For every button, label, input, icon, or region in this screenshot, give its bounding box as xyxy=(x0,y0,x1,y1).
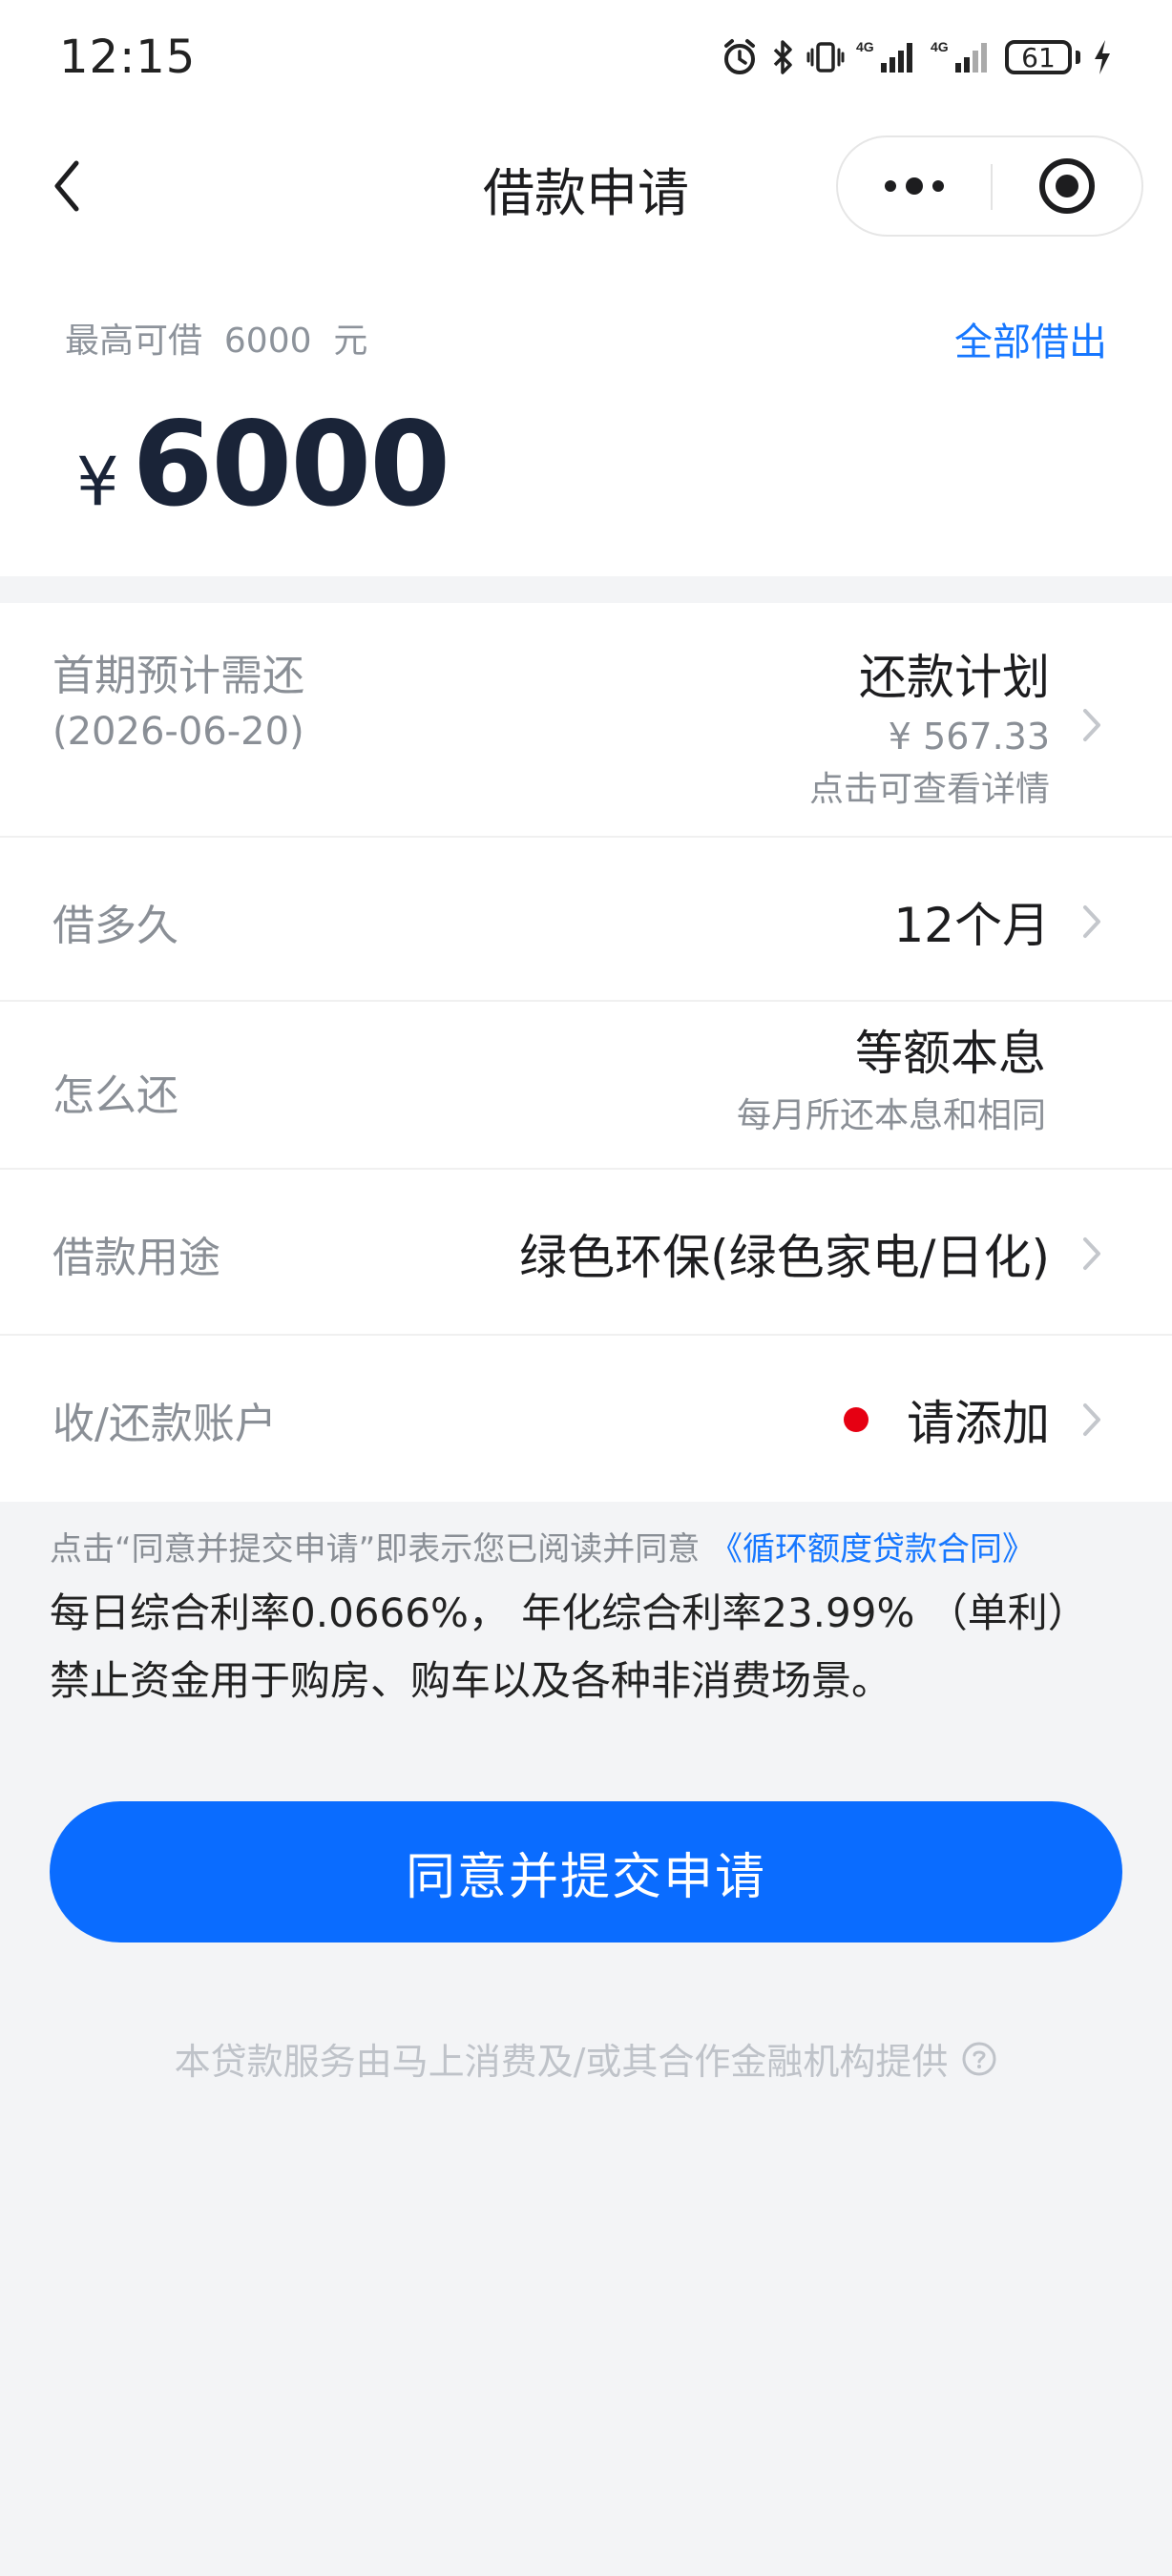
submit-button[interactable]: 同意并提交申请 xyxy=(50,1801,1122,1942)
charging-icon xyxy=(1092,38,1113,76)
bluetooth-icon xyxy=(770,38,795,76)
status-icons: 4G 4G 61 xyxy=(721,34,1113,80)
first-repay-date: (2026-06-20) xyxy=(52,710,304,754)
repay-method-row: 怎么还 等额本息 每月所还本息和相同 xyxy=(0,1002,1172,1170)
purpose-row[interactable]: 借款用途 绿色环保(绿色家电/日化) xyxy=(0,1170,1172,1336)
more-dots-icon xyxy=(885,177,944,195)
svg-text:4G: 4G xyxy=(856,39,874,54)
chevron-right-icon xyxy=(1073,893,1111,950)
currency-symbol: ¥ xyxy=(76,443,119,521)
repay-method-label: 怎么还 xyxy=(52,1071,178,1120)
first-repay-label: 首期预计需还 xyxy=(52,652,304,700)
target-close-icon xyxy=(1039,158,1095,214)
svg-text:4G: 4G xyxy=(931,39,949,54)
first-repay-row[interactable]: 首期预计需还 (2026-06-20) 还款计划 ¥ 567.33 点击可查看详… xyxy=(0,603,1172,838)
footer-note: 本贷款服务由马上消费及/或其合作金融机构提供 xyxy=(0,2032,1172,2085)
repay-method-hint: 每月所还本息和相同 xyxy=(736,1096,1046,1135)
term-label: 借多久 xyxy=(52,902,178,950)
purpose-label: 借款用途 xyxy=(52,1234,220,1282)
term-value: 12个月 xyxy=(893,898,1050,953)
term-row[interactable]: 借多久 12个月 xyxy=(0,838,1172,1002)
nav-bar: 借款申请 xyxy=(0,114,1172,258)
alert-dot xyxy=(844,1407,869,1432)
battery-icon: 61 xyxy=(1005,40,1080,74)
repay-plan-title: 还款计划 xyxy=(859,650,1050,705)
first-repay-amount: ¥ 567.33 xyxy=(888,716,1050,758)
alarm-icon xyxy=(721,38,759,76)
max-borrow-label: 最高可借 6000 元 xyxy=(65,322,368,361)
help-icon[interactable] xyxy=(961,2041,997,2077)
more-button[interactable] xyxy=(838,137,991,235)
contract-link[interactable]: 《循环额度贷款合同》 xyxy=(710,1530,1035,1568)
status-bar: 12:15 4G 4G 61 xyxy=(0,0,1172,114)
signal-icon: 4G xyxy=(856,38,919,76)
footer-text: 本贷款服务由马上消费及/或其合作金融机构提供 xyxy=(174,2041,949,2083)
account-row[interactable]: 收/还款账户 请添加 xyxy=(0,1336,1172,1502)
signal-icon-2: 4G xyxy=(931,38,994,76)
agreement-text: 点击“同意并提交申请”即表示您已阅读并同意 《循环额度贷款合同》 每日综合利率0… xyxy=(50,1523,1128,1707)
agreement-line: 点击“同意并提交申请”即表示您已阅读并同意 《循环额度贷款合同》 xyxy=(50,1523,1128,1569)
borrow-all-button[interactable]: 全部借出 xyxy=(954,311,1107,366)
close-button[interactable] xyxy=(993,137,1141,235)
chevron-right-icon xyxy=(1073,696,1111,754)
account-value: 请添加 xyxy=(907,1396,1050,1451)
loan-details: 首期预计需还 (2026-06-20) 还款计划 ¥ 567.33 点击可查看详… xyxy=(0,603,1172,1502)
battery-level: 61 xyxy=(1005,40,1072,74)
usage-restriction: 禁止资金用于购房、购车以及各种非消费场景。 xyxy=(50,1657,892,1704)
repay-method-value: 等额本息 xyxy=(855,1026,1046,1081)
purpose-value: 绿色环保(绿色家电/日化) xyxy=(519,1230,1050,1285)
vibrate-icon xyxy=(806,38,845,76)
mini-program-capsule xyxy=(836,135,1143,237)
amount-input[interactable]: ¥ 6000 xyxy=(76,397,451,532)
amount-value: 6000 xyxy=(132,397,451,532)
repay-plan-hint: 点击可查看详情 xyxy=(808,770,1050,809)
amount-section: 最高可借 6000 元 全部借出 ¥ 6000 xyxy=(0,258,1172,576)
chevron-right-icon xyxy=(1073,1391,1111,1448)
chevron-right-icon xyxy=(1073,1225,1111,1282)
agreement-prefix: 点击“同意并提交申请”即表示您已阅读并同意 xyxy=(50,1530,701,1568)
status-time: 12:15 xyxy=(59,31,197,84)
account-label: 收/还款账户 xyxy=(52,1400,277,1448)
rate-info: 每日综合利率0.0666%， 年化综合利率23.99% （单利） xyxy=(50,1589,1088,1636)
